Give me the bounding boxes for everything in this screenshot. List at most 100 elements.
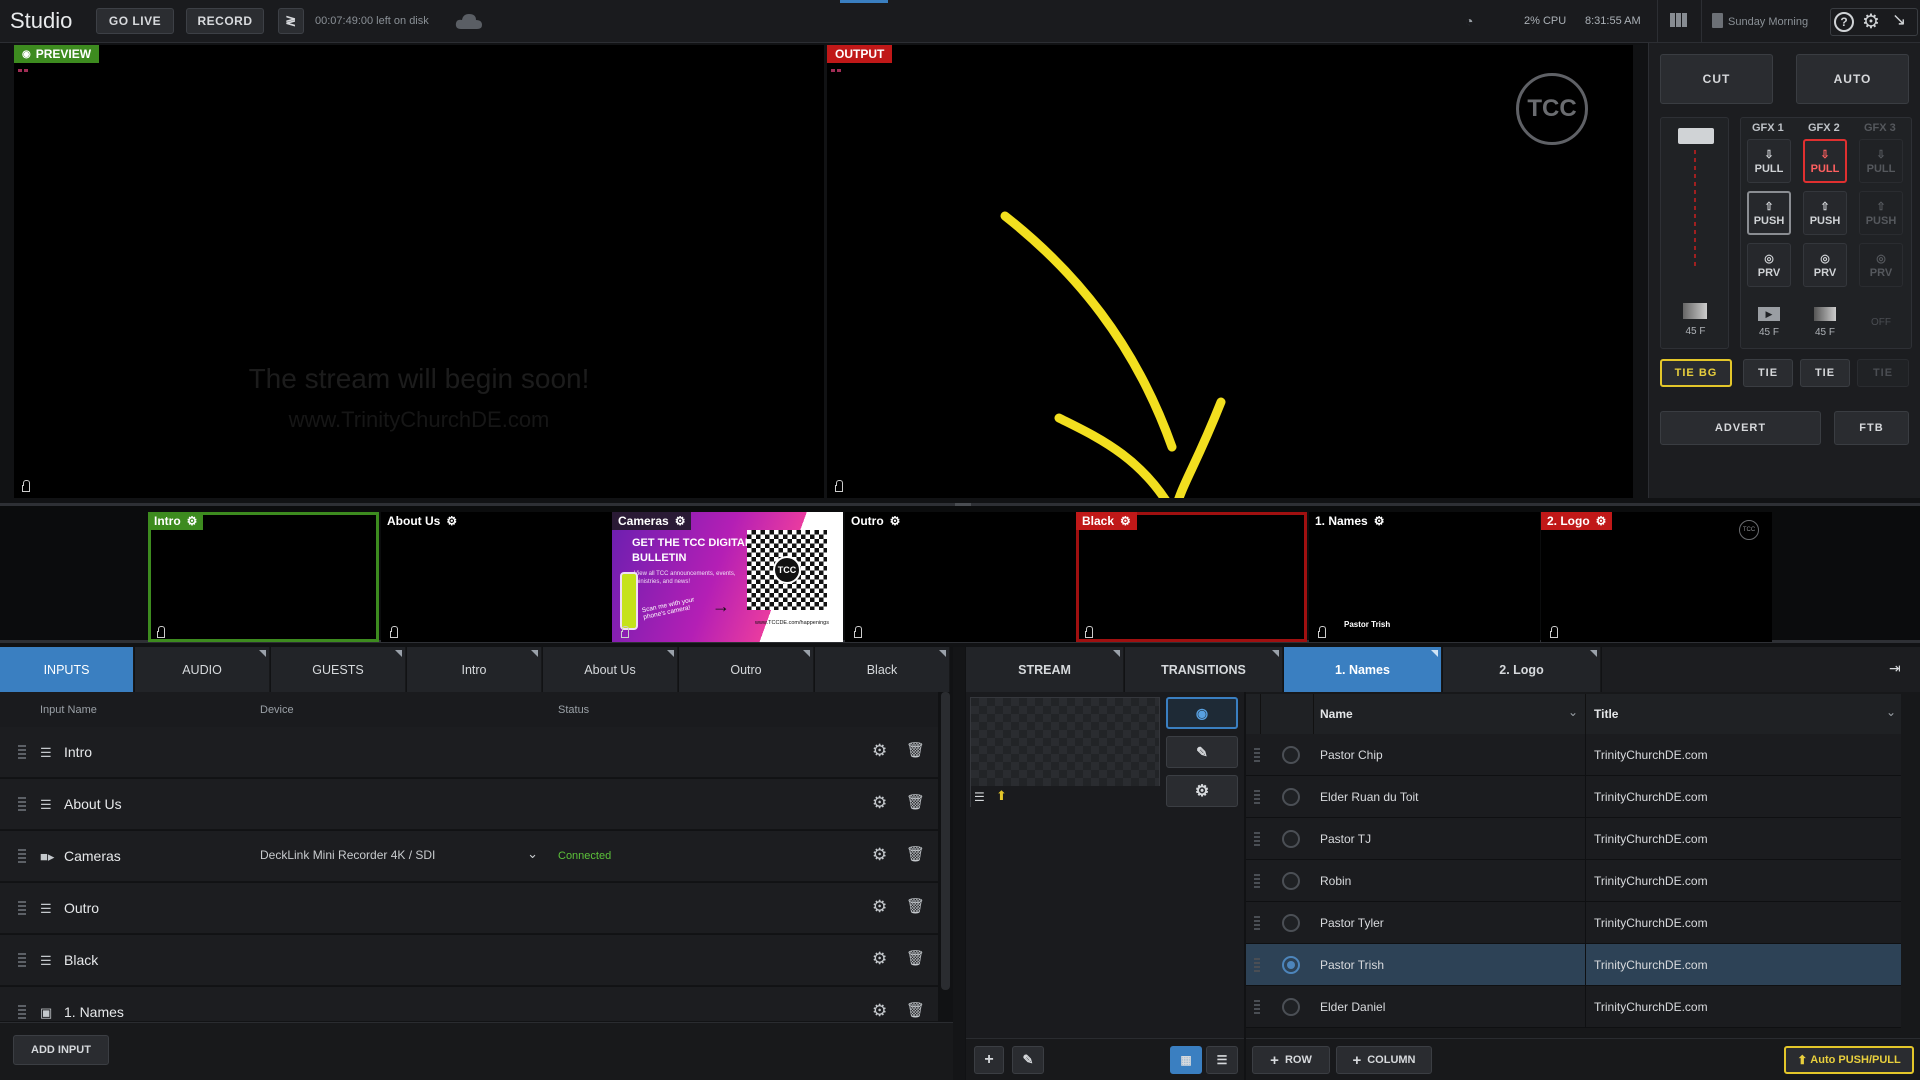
gear-icon[interactable]: ⚙	[872, 1001, 887, 1021]
trash-icon[interactable]: 🗑	[906, 845, 925, 863]
input-row[interactable]: ☰ Outro ⚙ 🗑	[0, 883, 938, 934]
trash-icon[interactable]: 🗑	[906, 793, 925, 811]
thumbnail-black[interactable]: Black ⚙	[1076, 512, 1307, 642]
grid-row[interactable]: Elder Daniel TrinityChurchDE.com	[1246, 986, 1901, 1028]
tab-inputs[interactable]: INPUTS	[0, 647, 134, 692]
output-monitor[interactable]: OUTPUT TCC	[827, 45, 1633, 498]
input-row[interactable]: ☰ Black ⚙ 🗑	[0, 935, 938, 986]
preview-monitor[interactable]: ◉ PREVIEW The stream will begin soon! ww…	[14, 45, 824, 498]
drag-handle-icon[interactable]	[1254, 790, 1260, 804]
gear-icon[interactable]: ⚙	[872, 897, 887, 917]
drag-handle-icon[interactable]	[1254, 748, 1260, 762]
gfx3-pull-button[interactable]: ⇩ PULL	[1859, 139, 1903, 183]
thumbnail-cameras[interactable]: Cameras ⚙ GET THE TCC DIGITAL BULLETIN Vi…	[612, 512, 843, 642]
gfx1-push-button[interactable]: ⇧ PUSH	[1747, 191, 1791, 235]
advert-button[interactable]: ADVERT	[1660, 411, 1821, 445]
trash-icon[interactable]: 🗑	[906, 741, 925, 759]
ftb-button[interactable]: FTB	[1834, 411, 1909, 445]
drag-handle-icon[interactable]	[1254, 874, 1260, 888]
lock-icon[interactable]	[1085, 626, 1093, 638]
add-gfx-button[interactable]: +	[974, 1046, 1004, 1074]
t-bar[interactable]: 45 F	[1660, 117, 1729, 349]
gfx3-duration[interactable]: OFF	[1859, 317, 1903, 328]
project-name[interactable]: Sunday Morning	[1728, 16, 1808, 28]
cloud-icon[interactable]	[454, 11, 484, 31]
gear-icon[interactable]: ⚙	[872, 845, 887, 865]
gfx2-push-button[interactable]: ⇧ PUSH	[1803, 191, 1847, 235]
tab-transitions[interactable]: TRANSITIONS	[1125, 647, 1283, 692]
tab-about-us[interactable]: About Us	[543, 647, 678, 692]
list-view-button[interactable]: ☰	[1206, 1046, 1238, 1074]
auto-button[interactable]: AUTO	[1796, 54, 1909, 104]
gfx1-duration[interactable]: 45 F	[1747, 327, 1791, 338]
select-radio[interactable]	[1282, 998, 1300, 1016]
gfx1-pull-button[interactable]: ⇩ PULL	[1747, 139, 1791, 183]
gfx1-prv-button[interactable]: ◎ PRV	[1747, 243, 1791, 287]
gfx2-tie-button[interactable]: TIE	[1800, 359, 1850, 387]
drag-handle-icon[interactable]	[1254, 916, 1260, 930]
input-row[interactable]: ☰ Intro ⚙ 🗑	[0, 727, 938, 778]
tab-black[interactable]: Black	[815, 647, 950, 692]
drag-handle-icon[interactable]	[18, 953, 26, 967]
input-row[interactable]: ☰ About Us ⚙ 🗑	[0, 779, 938, 830]
preview-eye-button[interactable]: ◉	[1166, 697, 1238, 729]
drag-handle-icon[interactable]	[1254, 958, 1260, 972]
thumbnail-names[interactable]: 1. Names ⚙ Pastor Trish	[1309, 512, 1540, 642]
select-radio[interactable]	[1282, 746, 1300, 764]
tab-stream[interactable]: STREAM	[966, 647, 1124, 692]
device-select[interactable]: DeckLink Mini Recorder 4K / SDI ⌄	[260, 846, 538, 862]
lock-icon[interactable]	[390, 626, 398, 638]
drag-handle-icon[interactable]	[18, 901, 26, 915]
expand-panel-icon[interactable]: ⇥	[1889, 660, 1901, 677]
gear-icon[interactable]: ⚙	[872, 793, 887, 813]
gear-icon[interactable]: ⚙	[872, 949, 887, 969]
tab-intro[interactable]: Intro	[407, 647, 542, 692]
trash-icon[interactable]: 🗑	[906, 1001, 925, 1019]
settings-icon[interactable]: ⚙	[1862, 9, 1880, 34]
card-view-button[interactable]: ▦	[1170, 1046, 1202, 1074]
lock-icon[interactable]	[621, 626, 629, 638]
grid-row[interactable]: Pastor Chip TrinityChurchDE.com	[1246, 734, 1901, 776]
gfx1-tie-button[interactable]: TIE	[1743, 359, 1793, 387]
t-bar-handle[interactable]	[1678, 128, 1714, 144]
add-input-button[interactable]: ADD INPUT	[13, 1035, 109, 1065]
add-column-button[interactable]: + COLUMN	[1336, 1046, 1432, 1074]
gfx3-tie-button[interactable]: TIE	[1857, 359, 1909, 387]
inputs-scrollbar[interactable]	[941, 692, 950, 990]
collapse-icon[interactable]: ↘	[1892, 10, 1906, 30]
input-row[interactable]: ■▸ Cameras DeckLink Mini Recorder 4K / S…	[0, 831, 938, 882]
chevron-down-icon[interactable]: ⌄	[1568, 705, 1578, 719]
column-header-name[interactable]: Name	[1320, 707, 1353, 721]
go-live-button[interactable]: GO LIVE	[96, 8, 174, 34]
add-row-button[interactable]: + ROW	[1252, 1046, 1330, 1074]
drag-handle-icon[interactable]	[18, 849, 26, 863]
edit-button[interactable]: ✎	[1166, 736, 1238, 768]
help-icon[interactable]: ?	[1834, 12, 1854, 32]
auto-push-pull-button[interactable]: ⬆ Auto PUSH/PULL	[1784, 1046, 1914, 1074]
gfx2-duration[interactable]: 45 F	[1803, 327, 1847, 338]
share-button[interactable]: ≷	[278, 8, 304, 34]
grid-row[interactable]: Elder Ruan du Toit TrinityChurchDE.com	[1246, 776, 1901, 818]
tab-guests[interactable]: GUESTS	[271, 647, 406, 692]
gfx2-prv-button[interactable]: ◎ PRV	[1803, 243, 1847, 287]
drag-handle-icon[interactable]	[1254, 832, 1260, 846]
tab-outro[interactable]: Outro	[679, 647, 814, 692]
drag-handle-icon[interactable]	[1254, 1000, 1260, 1014]
lock-icon[interactable]	[854, 626, 862, 638]
input-row[interactable]: ▣ 1. Names ⚙ 🗑	[0, 987, 938, 1022]
grid-scrollbar[interactable]	[1904, 694, 1913, 1028]
lock-icon[interactable]	[1318, 626, 1326, 638]
select-radio[interactable]	[1282, 872, 1300, 890]
tie-bg-button[interactable]: TIE BG	[1660, 359, 1732, 387]
chevron-down-icon[interactable]: ⌄	[1886, 705, 1896, 719]
thumbnail-outro[interactable]: Outro ⚙	[845, 512, 1076, 642]
gfx2-pull-button[interactable]: ⇩ PULL	[1803, 139, 1847, 183]
trash-icon[interactable]: 🗑	[906, 949, 925, 967]
trash-icon[interactable]: 🗑	[906, 897, 925, 915]
thumbnail-intro[interactable]: Intro ⚙	[148, 512, 379, 642]
grid-row[interactable]: Pastor TJ TrinityChurchDE.com	[1246, 818, 1901, 860]
drag-handle-icon[interactable]	[18, 1005, 26, 1019]
lock-icon[interactable]	[157, 626, 165, 638]
gfx3-prv-button[interactable]: ◎ PRV	[1859, 243, 1903, 287]
drag-handle-icon[interactable]	[18, 797, 26, 811]
